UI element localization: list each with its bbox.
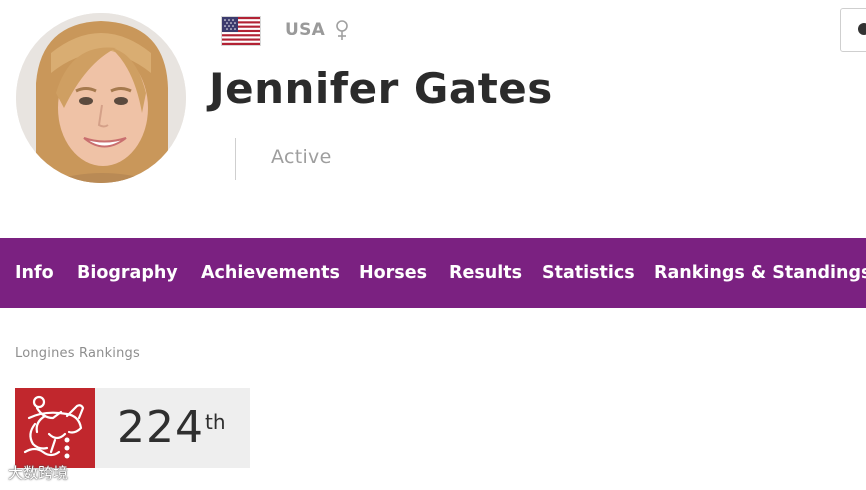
usa-flag-icon bbox=[221, 16, 261, 46]
status-divider bbox=[235, 138, 236, 180]
athlete-status: Active bbox=[271, 146, 332, 168]
nav-tab-results[interactable]: Results bbox=[449, 238, 522, 308]
athlete-name: Jennifer Gates bbox=[209, 64, 553, 113]
nav-tab-statistics[interactable]: Statistics bbox=[542, 238, 635, 308]
athlete-avatar bbox=[16, 13, 186, 183]
rank-suffix: th bbox=[205, 410, 226, 434]
show-jumping-icon bbox=[15, 388, 95, 468]
ranking-card[interactable]: 224 th bbox=[15, 388, 250, 468]
nav-tab-rankings-standings[interactable]: Rankings & Standings bbox=[654, 238, 866, 308]
profile-action-button[interactable] bbox=[840, 8, 866, 52]
athlete-profile-page: USA Jennifer Gates Active Info Biography… bbox=[0, 0, 866, 490]
athlete-portrait-image bbox=[16, 13, 186, 183]
nav-tab-horses[interactable]: Horses bbox=[359, 238, 427, 308]
rank-number: 224 bbox=[117, 402, 204, 453]
country-code: USA bbox=[285, 20, 326, 40]
rankings-section-label: Longines Rankings bbox=[15, 346, 140, 361]
watermark-text: 大数跨境 bbox=[8, 464, 69, 482]
profile-nav-bar: Info Biography Achievements Horses Resul… bbox=[0, 238, 866, 308]
nav-tab-info[interactable]: Info bbox=[15, 238, 54, 308]
nav-tab-biography[interactable]: Biography bbox=[77, 238, 178, 308]
action-icon bbox=[858, 23, 866, 35]
female-symbol-icon bbox=[334, 19, 350, 43]
nav-tab-achievements[interactable]: Achievements bbox=[201, 238, 340, 308]
